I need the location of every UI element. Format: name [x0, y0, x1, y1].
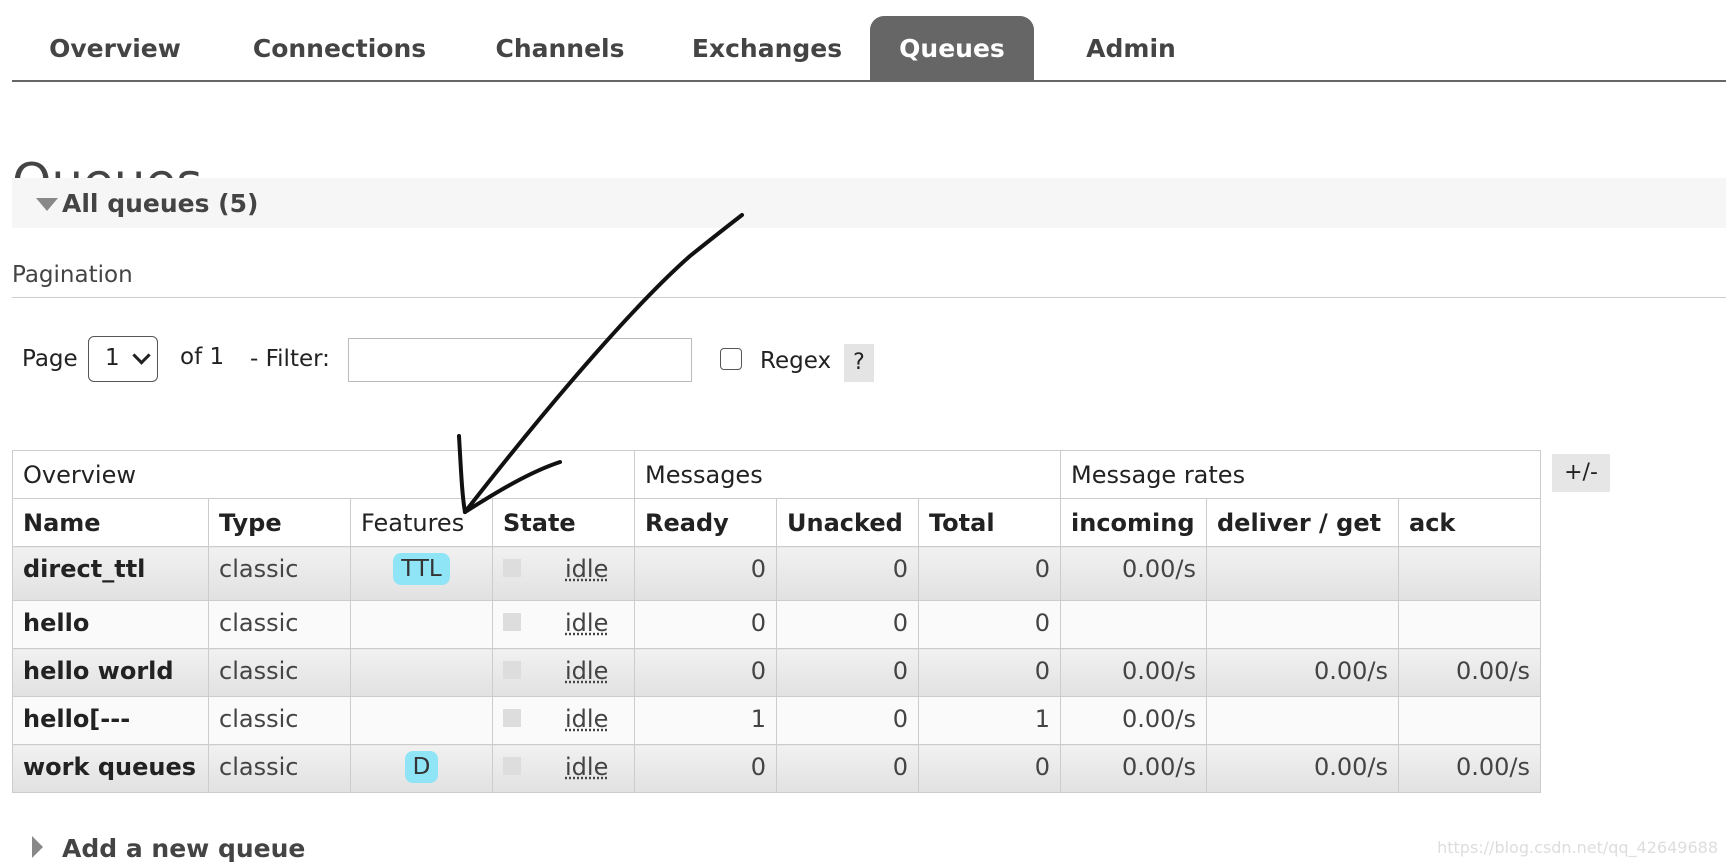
annotation-arrow [457, 213, 744, 514]
